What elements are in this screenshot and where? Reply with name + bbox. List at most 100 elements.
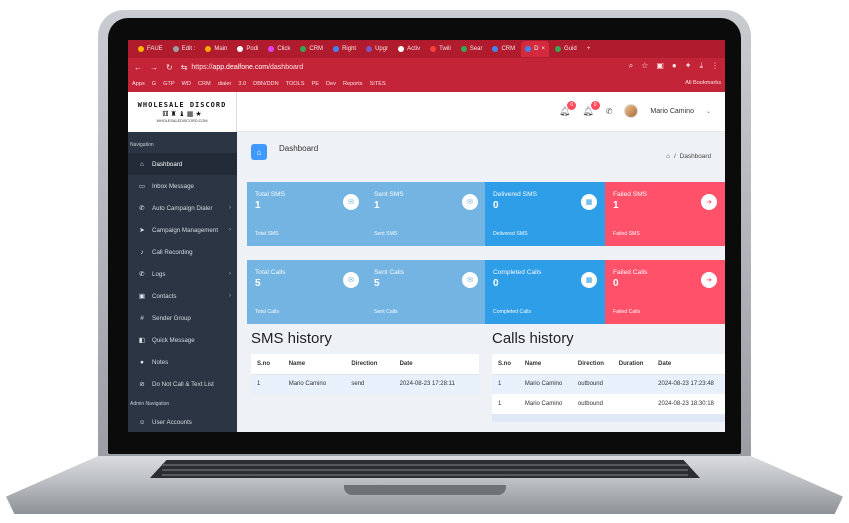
- browser-tab[interactable]: Sear: [457, 46, 487, 52]
- browser-tab[interactable]: Upgr: [362, 46, 392, 52]
- sidebar-item-contacts[interactable]: ▣ Contacts ›: [128, 285, 237, 307]
- sidebar-item-do-not-call-text-list[interactable]: ⊘ Do Not Call & Text List: [128, 373, 237, 395]
- browser-tab[interactable]: Podi: [233, 46, 262, 52]
- browser-tab[interactable]: Activ: [394, 46, 424, 52]
- bookmark-item[interactable]: Reports: [343, 81, 363, 87]
- column-header[interactable]: S.no: [251, 354, 283, 375]
- back-arrow-icon[interactable]: ←: [134, 63, 142, 72]
- puzzle-icon[interactable]: ✦: [685, 61, 692, 71]
- browser-tab[interactable]: Main: [201, 46, 231, 52]
- table-row[interactable]: 1 Mario Camino outbound 2024-08-23 17:23:48: [492, 374, 725, 394]
- browser-tab[interactable]: FAUE: [134, 46, 167, 52]
- extension-icon[interactable]: ●: [672, 61, 677, 71]
- extension-icon[interactable]: ▣: [656, 61, 664, 71]
- brand-logo[interactable]: WHOLESALE DISCORD ⚅ ♜ ♝ ▦ ★ WHOLESALEDIS…: [128, 92, 237, 132]
- bookmark-item[interactable]: SITES: [370, 81, 386, 87]
- bookmark-item[interactable]: Apps: [132, 81, 145, 87]
- breadcrumb-home-icon[interactable]: ⌂: [666, 153, 670, 160]
- stat-card-total-calls[interactable]: Total Calls 5 Total Calls ✉: [247, 260, 367, 324]
- browser-tab[interactable]: Guid: [551, 46, 581, 52]
- bookmark-item[interactable]: CRM: [198, 81, 211, 87]
- address-bar[interactable]: ⇆ https://app.dealfone.com/dashboard: [181, 63, 303, 72]
- column-header[interactable]: S.no: [492, 354, 519, 375]
- alert-badge: 0: [590, 100, 600, 110]
- column-header[interactable]: Name: [282, 354, 346, 375]
- table-cell: 1: [498, 401, 502, 407]
- sidebar: WHOLESALE DISCORD ⚅ ♜ ♝ ▦ ★ WHOLESALEDIS…: [128, 92, 237, 432]
- zoom-icon[interactable]: ⌕: [629, 61, 633, 71]
- sidebar-item-sender-group[interactable]: # Sender Group: [128, 307, 237, 329]
- sidebar-item-logs[interactable]: ✆ Logs ›: [128, 263, 237, 285]
- bookmark-item[interactable]: Dev: [326, 81, 336, 87]
- stat-card-delivered-sms[interactable]: Delivered SMS 0 Delivered SMS ▦: [485, 182, 605, 246]
- sms-history-table: S.no Name Direction Date 1 Mario Camino send 20…: [251, 354, 479, 394]
- reload-icon[interactable]: ↻: [166, 63, 173, 72]
- download-icon[interactable]: ⤓: [699, 61, 703, 71]
- site-settings-icon[interactable]: ⇆: [181, 63, 188, 72]
- browser-tab[interactable]: CRM: [488, 46, 519, 52]
- stat-card-footer: Sent SMS: [374, 231, 398, 237]
- sidebar-item-quick-message[interactable]: ◧ Quick Message: [128, 329, 237, 351]
- column-header[interactable]: Direction: [571, 354, 613, 375]
- stat-card-footer: Total Calls: [255, 309, 279, 315]
- bookmark-star-icon[interactable]: ☆: [641, 61, 648, 71]
- browser-tab[interactable]: Right: [329, 46, 360, 52]
- all-bookmarks-button[interactable]: All Bookmarks: [685, 80, 721, 86]
- sidebar-item-inbox-message[interactable]: ▭ Inbox Message: [128, 175, 237, 197]
- column-header[interactable]: Date: [652, 354, 725, 375]
- keyboard-row: [162, 469, 688, 471]
- envelope-icon: ✉: [462, 272, 478, 288]
- menu-dots-icon[interactable]: ⋮: [711, 61, 719, 71]
- table-cell: [571, 414, 613, 422]
- bookmark-item[interactable]: DBN/DDN: [253, 81, 278, 87]
- breadcrumb-current[interactable]: Dashboard: [680, 153, 711, 160]
- notification-bell-icon[interactable]: 🔔︎ 0: [559, 100, 577, 117]
- tab-label: Activ: [407, 46, 421, 52]
- logo-icons: ⚅ ♜ ♝ ▦ ★: [162, 111, 202, 118]
- sidebar-item-auto-campaign-dialer[interactable]: ✆ Auto Campaign Dialer ›: [128, 197, 237, 219]
- sidebar-item-user-accounts[interactable]: ☺ User Accounts: [128, 411, 237, 432]
- bookmark-item[interactable]: 3.0: [238, 81, 246, 87]
- sidebar-item-call-recording[interactable]: ♪ Call Recording: [128, 241, 237, 263]
- browser-tab[interactable]: D ×: [521, 41, 549, 57]
- sidebar-item-campaign-management[interactable]: ➤ Campaign Management ›: [128, 219, 237, 241]
- table-header-row: S.no Name Direction Date: [251, 354, 479, 375]
- main-content: ⌂ Dashboard ⌂ / Dashboard Total SMS 1 Tota…: [237, 132, 725, 432]
- new-tab-button[interactable]: +: [583, 46, 595, 52]
- chevron-down-icon[interactable]: ⌄: [706, 108, 711, 115]
- sidebar-item-dashboard[interactable]: ⌂ Dashboard: [128, 153, 237, 175]
- send-icon: ➤: [139, 227, 145, 234]
- avatar[interactable]: [624, 104, 639, 118]
- stat-card-failed-sms[interactable]: Failed SMS 1 Failed SMS ➔: [605, 182, 725, 246]
- bookmark-item[interactable]: G: [152, 81, 156, 87]
- stat-card-failed-calls[interactable]: Failed Calls 0 Failed Calls ➔: [605, 260, 725, 324]
- bookmark-item[interactable]: PE: [312, 81, 319, 87]
- bookmark-item[interactable]: WD: [182, 81, 191, 87]
- phone-icon[interactable]: ✆: [606, 107, 613, 116]
- table-row[interactable]: 1 Mario Camino send 2024-08-23 17:28:11: [251, 374, 479, 394]
- browser-tab[interactable]: Click: [264, 46, 294, 52]
- bookmark-item[interactable]: GTP: [163, 81, 175, 87]
- tab-favicon-icon: [492, 46, 499, 52]
- column-header[interactable]: Name: [518, 354, 572, 375]
- sidebar-item-notes[interactable]: ● Notes: [128, 351, 237, 373]
- forward-arrow-icon[interactable]: →: [150, 63, 158, 72]
- stat-card-sent-sms[interactable]: Sent SMS 1 Sent SMS ✉: [366, 182, 486, 246]
- browser-tab[interactable]: Twili: [426, 46, 455, 52]
- bookmark-item[interactable]: dialer: [218, 81, 232, 87]
- user-name[interactable]: Mario Camino: [650, 108, 694, 115]
- browser-tab[interactable]: CRM: [296, 46, 327, 52]
- column-header[interactable]: Duration: [612, 354, 653, 375]
- column-header[interactable]: Direction: [345, 354, 394, 375]
- table-row[interactable]: 1 Mario Camino outbound 2024-08-23 18:30:18: [492, 394, 725, 414]
- table-cell: Mario Camino: [282, 374, 346, 394]
- stat-card-total-sms[interactable]: Total SMS 1 Total SMS ✉: [247, 182, 367, 246]
- stat-card-completed-calls[interactable]: Completed Calls 0 Completed Calls ▦: [485, 260, 605, 324]
- stat-card-sent-calls[interactable]: Sent Calls 5 Sent Calls ✉: [366, 260, 486, 324]
- alert-bell-icon[interactable]: 🔔︎ 0: [582, 100, 600, 117]
- sidebar-item-label: Do Not Call & Text List: [152, 380, 214, 388]
- column-header[interactable]: Date: [393, 354, 479, 375]
- browser-tab[interactable]: Edit :: [169, 46, 200, 52]
- tab-close-icon[interactable]: ×: [541, 46, 545, 52]
- bookmark-item[interactable]: TOOLS: [286, 81, 305, 87]
